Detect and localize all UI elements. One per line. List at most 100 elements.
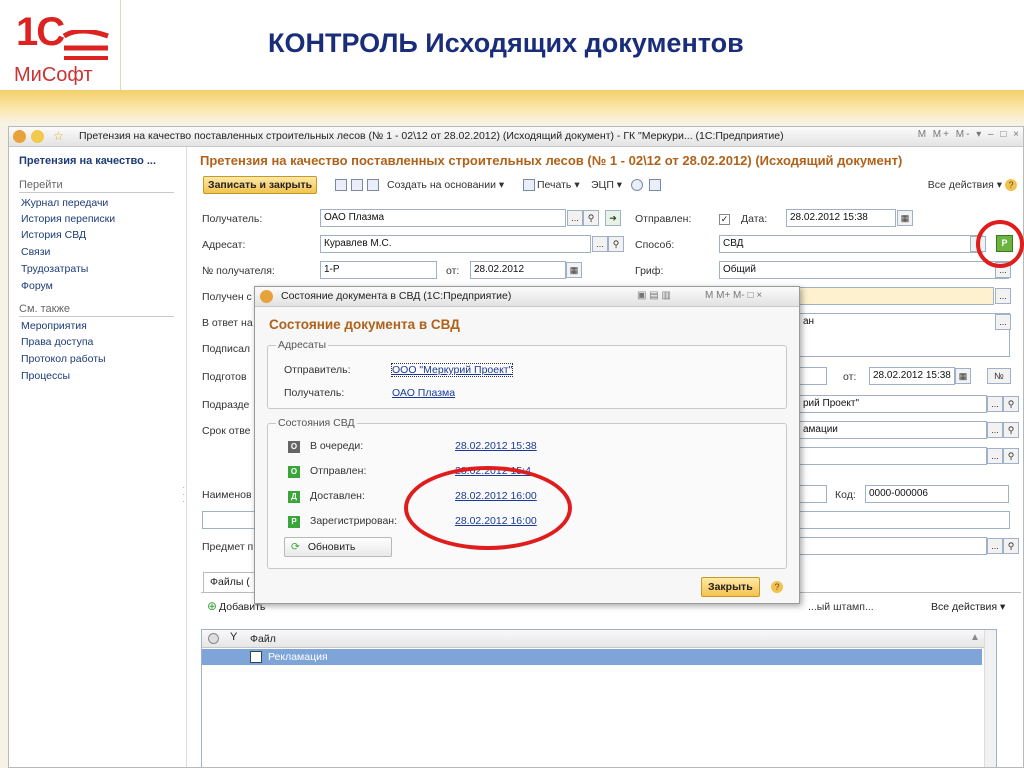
table-row[interactable]: Рекламация	[202, 649, 982, 665]
sent-date-field[interactable]: 28.02.2012 15:38	[786, 209, 896, 227]
sent-checkbox[interactable]: ✓	[719, 214, 730, 225]
nav-doc-title[interactable]: Претензия на качество ...	[19, 155, 156, 167]
addressee-choose-button[interactable]: ...	[592, 236, 608, 252]
close-button[interactable]: Закрыть	[701, 577, 760, 597]
refresh-icon: ⟳	[291, 541, 300, 553]
method-label: Способ:	[635, 239, 675, 251]
dialog-controls[interactable]: M M+ M- □ ×	[705, 290, 762, 301]
recipient-no-field[interactable]: 1-Р	[320, 261, 437, 279]
grif-label: Гриф:	[635, 265, 664, 277]
app-1c-icon	[260, 290, 273, 303]
from-date-field[interactable]: 28.02.2012	[470, 261, 566, 279]
addressee-field[interactable]: Куравлев М.С.	[320, 235, 591, 253]
search-icon[interactable]: ⚲	[1003, 448, 1019, 464]
search-icon[interactable]: ⚲	[583, 210, 599, 226]
deadline-field[interactable]: амации	[799, 421, 987, 439]
grif-field[interactable]: Общий	[719, 261, 1009, 279]
app-1c-icon[interactable]	[13, 130, 26, 143]
number-button[interactable]: №	[987, 368, 1011, 384]
nav-item-labor[interactable]: Трудозатраты	[21, 263, 88, 275]
dialog-titlebar[interactable]: Состояние документа в СВД (1С:Предприяти…	[255, 287, 799, 307]
name-right-field-2[interactable]	[799, 511, 1010, 529]
calendar-icon[interactable]: ▦	[955, 368, 971, 384]
subject-choose-button[interactable]: ...	[987, 538, 1003, 554]
nav-item-journal[interactable]: Журнал передачи	[21, 197, 108, 209]
grid-check-icon[interactable]	[649, 179, 661, 191]
subject-field[interactable]	[799, 537, 987, 555]
open-recipient-icon[interactable]: ➔	[605, 210, 621, 226]
nav-item-protocol[interactable]: Протокол работы	[21, 353, 106, 365]
calendar-icon[interactable]: ▦	[566, 262, 582, 278]
ecp-menu[interactable]: ЭЦП ▾	[591, 179, 622, 191]
document-icon[interactable]	[351, 179, 363, 191]
calendar-icon[interactable]: ▦	[897, 210, 913, 226]
filter-column-icon[interactable]: Y	[230, 631, 237, 643]
registered-state-icon: Р	[288, 516, 300, 528]
signed-label: Подписал	[202, 343, 251, 355]
window-titlebar[interactable]: ☆ Претензия на качество поставленных стр…	[9, 127, 1023, 147]
print-menu[interactable]: Печать ▾	[537, 179, 580, 191]
reply-field[interactable]: ан	[799, 313, 1010, 357]
extra-field[interactable]	[799, 447, 987, 465]
search-icon[interactable]: ⚲	[608, 236, 624, 252]
division-field[interactable]: рий Проект"	[799, 395, 987, 413]
favorites-star-icon[interactable]: ☆	[53, 129, 64, 143]
sort-icon[interactable]: ▲	[970, 632, 980, 643]
nav-item-svd-history[interactable]: История СВД	[21, 229, 86, 241]
method-field[interactable]: СВД	[719, 235, 983, 253]
name-field[interactable]	[202, 511, 262, 529]
save-icon[interactable]	[335, 179, 347, 191]
received-field[interactable]	[799, 287, 994, 305]
reply-choose-button[interactable]: ...	[995, 314, 1011, 330]
division-choose-button[interactable]: ...	[987, 396, 1003, 412]
column-file[interactable]: Файл	[250, 633, 276, 645]
files-scrollbar[interactable]	[984, 630, 996, 767]
all-actions-menu[interactable]: Все действия ▾?	[928, 179, 1017, 191]
queued-date-link[interactable]: 28.02.2012 15:38	[455, 440, 537, 452]
navigation-panel: Претензия на качество ... Перейти Журнал…	[9, 147, 187, 767]
files-all-actions-menu[interactable]: Все действия ▾	[931, 601, 1005, 613]
name-label: Наименов	[202, 489, 252, 501]
deadline-choose-button[interactable]: ...	[987, 422, 1003, 438]
menu-icon[interactable]	[31, 130, 44, 143]
add-icon[interactable]: ⊕	[207, 599, 217, 613]
mail-icon[interactable]	[367, 179, 379, 191]
search-icon[interactable]: ⚲	[1003, 396, 1019, 412]
help-icon[interactable]: ?	[771, 581, 783, 593]
search-icon[interactable]: ⚲	[1003, 422, 1019, 438]
addressees-group-label: Адресаты	[276, 339, 329, 351]
recipient-choose-button[interactable]: ...	[567, 210, 583, 226]
sent-state-icon: О	[288, 466, 300, 478]
search-icon[interactable]: ⚲	[1003, 538, 1019, 554]
receiver-link[interactable]: ОАО Плазма	[392, 387, 455, 399]
create-based-on-menu[interactable]: Создать на основании ▾	[387, 179, 504, 191]
nav-item-processes[interactable]: Процессы	[21, 370, 70, 382]
name-right-field[interactable]	[799, 485, 827, 503]
clock-icon[interactable]	[631, 179, 643, 191]
nav-item-history[interactable]: История переписки	[21, 213, 115, 225]
sender-link[interactable]: ООО "Меркурий Проект"	[390, 363, 514, 377]
nav-item-access[interactable]: Права доступа	[21, 336, 93, 348]
refresh-button[interactable]: ⟳ Обновить	[284, 537, 392, 557]
queued-state-icon: О	[288, 441, 300, 453]
code-field[interactable]: 0000-000006	[865, 485, 1009, 503]
help-icon[interactable]: ?	[1005, 179, 1017, 191]
nav-item-links[interactable]: Связи	[21, 246, 50, 258]
prepared-field[interactable]	[799, 367, 827, 385]
status-column-icon	[208, 633, 219, 644]
window-controls[interactable]: M M+ M- ▾ – □ ×	[918, 129, 1021, 140]
save-and-close-button[interactable]: Записать и закрыть	[203, 176, 318, 194]
recipient-field[interactable]: ОАО Плазма	[320, 209, 566, 227]
file-name: Рекламация	[268, 651, 328, 663]
received-choose-button[interactable]: ...	[995, 288, 1011, 304]
dialog-toolbar-icons[interactable]: ▣ ▤ ▥	[637, 290, 671, 301]
prepared-date-field[interactable]: 28.02.2012 15:38	[869, 367, 955, 385]
splitter-handle[interactable]: · · ·	[182, 483, 185, 507]
recipient-label: Получатель:	[202, 213, 263, 225]
delivered-label: Доставлен:	[310, 490, 365, 502]
nav-item-events[interactable]: Мероприятия	[21, 320, 87, 332]
stamp-button[interactable]: ...ый штамп...	[808, 601, 874, 613]
dialog-window-title: Состояние документа в СВД (1С:Предприяти…	[281, 290, 512, 302]
extra-choose-button[interactable]: ...	[987, 448, 1003, 464]
nav-item-forum[interactable]: Форум	[21, 280, 53, 292]
